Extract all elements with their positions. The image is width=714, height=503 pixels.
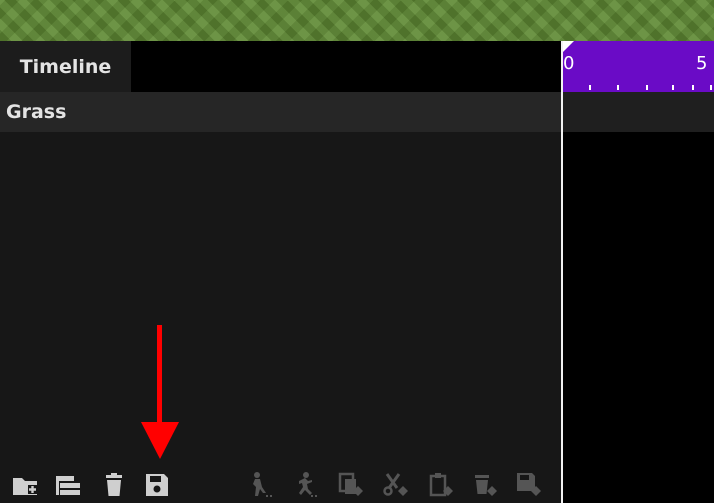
ruler-tick [589, 85, 591, 90]
ruler-start-marker [562, 41, 574, 53]
add-folder-button[interactable] [10, 470, 40, 500]
add-animation-icon [299, 472, 317, 497]
scene-preview-grass [0, 0, 714, 41]
keyframe-area[interactable] [562, 132, 714, 503]
delete-button[interactable] [99, 470, 129, 500]
delete-keyframe-button[interactable] [470, 470, 500, 500]
ruler-tick [710, 85, 712, 90]
playhead[interactable] [561, 41, 563, 503]
save-keyframe-button[interactable] [514, 470, 544, 500]
track-name: Grass [6, 101, 67, 123]
ruler-tick [646, 85, 648, 90]
add-keyframe-button[interactable] [245, 470, 275, 500]
save-button[interactable] [142, 470, 172, 500]
cut-keyframe-icon [383, 473, 408, 496]
ruler-label-0: 0 [563, 53, 575, 74]
save-icon [146, 474, 168, 496]
ruler-tick [617, 85, 619, 90]
copy-keyframe-icon [338, 472, 363, 496]
track-keyframe-lane[interactable] [562, 92, 714, 132]
paste-keyframe-button[interactable] [426, 470, 456, 500]
track-list-panel [0, 132, 562, 503]
red-arrow-annotation [141, 325, 179, 459]
trash-icon [106, 473, 122, 496]
time-ruler[interactable]: 0 5 [562, 41, 714, 92]
paste-keyframe-icon [429, 473, 453, 497]
ruler-label-5: 5 [696, 53, 708, 74]
ruler-tick [692, 85, 694, 90]
save-keyframe-icon [517, 473, 541, 496]
cut-keyframe-button[interactable] [381, 470, 411, 500]
ruler-tick [672, 85, 674, 90]
add-keyframe-icon [253, 472, 272, 497]
duplicate-layers-button[interactable] [53, 470, 83, 500]
duplicate-layers-icon [56, 476, 80, 495]
delete-keyframe-icon [475, 475, 497, 496]
ruler-ticks [562, 84, 714, 90]
add-animation-button[interactable] [290, 470, 320, 500]
timeline-toolbar [0, 466, 562, 503]
copy-keyframe-button[interactable] [336, 470, 366, 500]
timeline-header: Timeline 0 5 [0, 41, 714, 92]
tab-timeline[interactable]: Timeline [0, 41, 131, 92]
track-row-grass[interactable]: Grass [0, 92, 562, 132]
add-folder-icon [13, 478, 37, 495]
